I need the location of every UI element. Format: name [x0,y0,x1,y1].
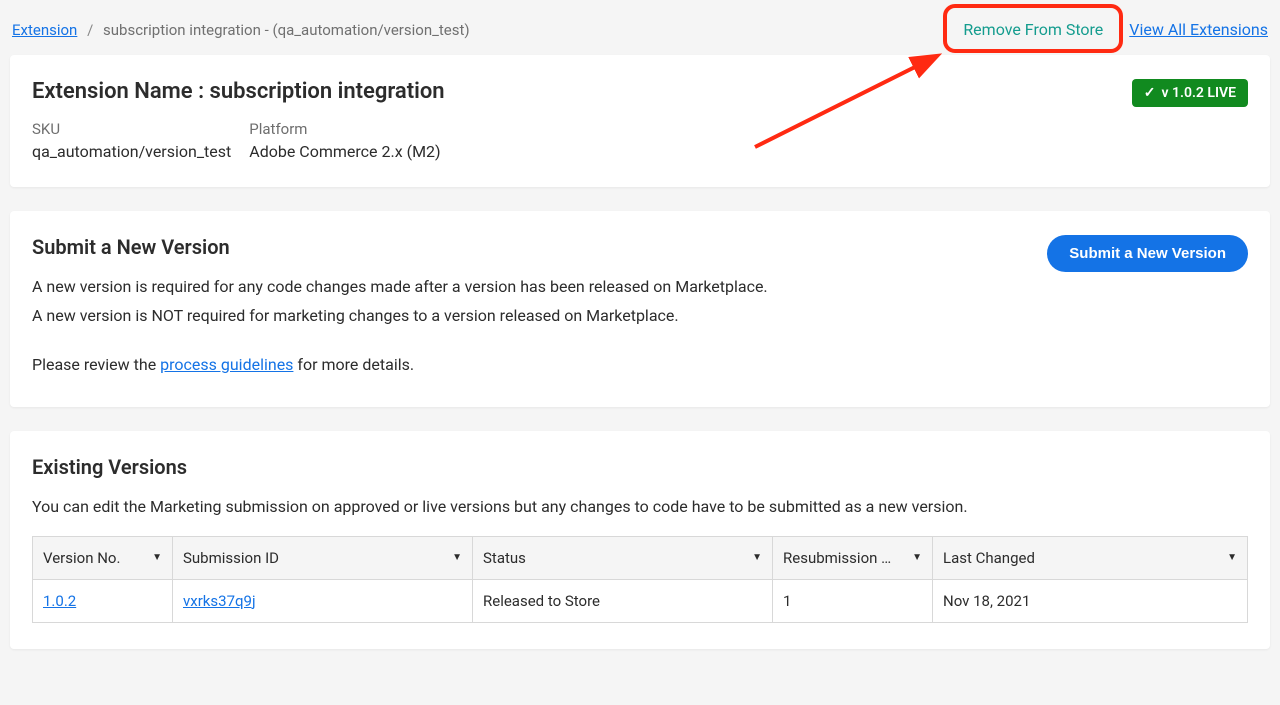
existing-versions-desc: You can edit the Marketing submission on… [32,493,1248,520]
submit-review-suffix: for more details. [293,355,414,374]
col-resubmission[interactable]: Resubmission … ▼ [773,536,933,579]
resubmission-cell: 1 [773,579,933,622]
submit-desc-line2: A new version is NOT required for market… [32,302,1027,329]
submit-section-title: Submit a New Version [32,235,1027,259]
col-version-label: Version No. [43,549,120,567]
live-version-text: v 1.0.2 LIVE [1161,85,1236,101]
sort-caret-icon: ▼ [452,552,462,563]
sort-caret-icon: ▼ [752,552,762,563]
existing-versions-card: Existing Versions You can edit the Marke… [10,431,1270,649]
view-all-extensions-link[interactable]: View All Extensions [1129,20,1268,39]
check-icon: ✓ [1144,86,1156,100]
extension-title-prefix: Extension Name : [32,79,210,104]
platform-label: Platform [249,120,440,138]
process-guidelines-link[interactable]: process guidelines [160,355,293,374]
submit-review-prefix: Please review the [32,355,160,374]
breadcrumb: Extension / subscription integration - (… [12,21,470,39]
col-last-changed-label: Last Changed [943,549,1035,567]
remove-from-store-link[interactable]: Remove From Store [949,14,1117,45]
table-row: 1.0.2 vxrks37q9j Released to Store1Nov 18,… [33,579,1248,622]
submit-desc-line1: A new version is required for any code c… [32,273,1027,300]
submit-review-line: Please review the process guidelines for… [32,351,1027,378]
col-version[interactable]: Version No. ▼ [33,536,173,579]
submit-new-version-button[interactable]: Submit a New Version [1047,235,1248,272]
extension-title: Extension Name : subscription integratio… [32,79,445,104]
breadcrumb-current: subscription integration - (qa_automatio… [103,21,470,39]
extension-header-card: Extension Name : subscription integratio… [10,55,1270,187]
col-resubmission-label: Resubmission … [783,549,891,567]
live-version-badge: ✓ v 1.0.2 LIVE [1132,79,1248,107]
breadcrumb-root-link[interactable]: Extension [12,21,77,39]
col-submission-label: Submission ID [183,549,279,567]
sort-caret-icon: ▼ [912,552,922,563]
existing-versions-title: Existing Versions [32,455,1248,479]
sku-label: SKU [32,120,231,138]
submission-id-link[interactable]: vxrks37q9j [183,592,256,610]
sku-value: qa_automation/version_test [32,142,231,161]
submit-new-version-card: Submit a New Version A new version is re… [10,211,1270,407]
last-changed-cell: Nov 18, 2021 [933,579,1248,622]
breadcrumb-separator: / [87,21,93,39]
col-submission[interactable]: Submission ID ▼ [173,536,473,579]
sort-caret-icon: ▼ [152,552,162,563]
col-status-label: Status [483,549,526,567]
sort-caret-icon: ▼ [1227,552,1237,563]
version-link[interactable]: 1.0.2 [43,592,76,610]
col-status[interactable]: Status ▼ [473,536,773,579]
status-cell: Released to Store [473,579,773,622]
col-last-changed[interactable]: Last Changed ▼ [933,536,1248,579]
versions-table: Version No. ▼ Submission ID ▼ Status [32,536,1248,623]
extension-name: subscription integration [210,79,445,104]
platform-value: Adobe Commerce 2.x (M2) [249,142,440,161]
